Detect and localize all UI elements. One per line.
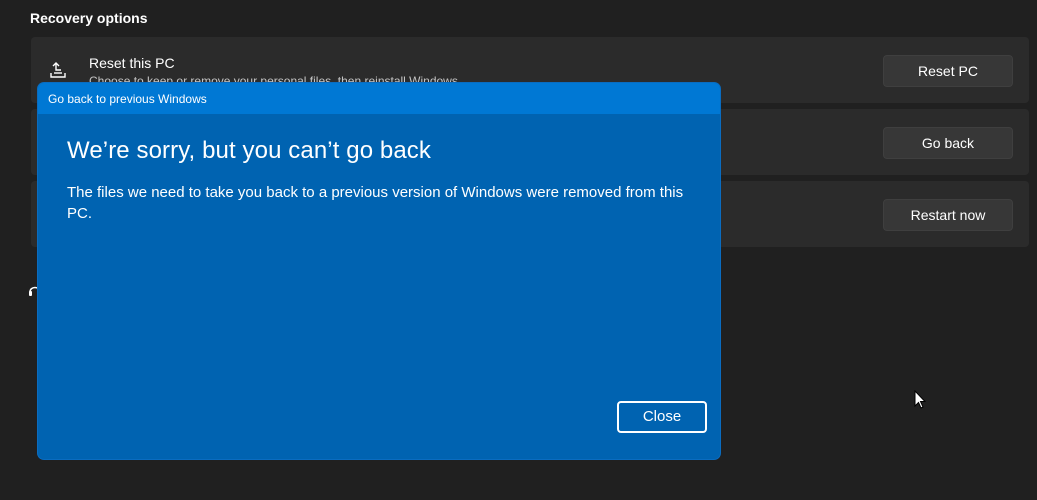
mouse-pointer-icon [914, 389, 927, 410]
reset-pc-title: Reset this PC [89, 55, 175, 71]
section-title: Recovery options [30, 10, 148, 26]
reset-pc-button[interactable]: Reset PC [883, 55, 1013, 87]
reset-pc-icon [47, 59, 69, 81]
dialog-heading: We’re sorry, but you can’t go back [67, 137, 432, 164]
go-back-dialog: Go back to previous Windows We’re sorry,… [38, 83, 720, 459]
close-button[interactable]: Close [617, 401, 707, 433]
restart-now-button[interactable]: Restart now [883, 199, 1013, 231]
go-back-button[interactable]: Go back [883, 127, 1013, 159]
settings-page: Recovery options Reset this PC Choose to… [0, 0, 1037, 500]
dialog-message: The files we need to take you back to a … [67, 184, 684, 222]
dialog-titlebar: Go back to previous Windows [38, 83, 720, 114]
dialog-window-title: Go back to previous Windows [48, 92, 207, 106]
